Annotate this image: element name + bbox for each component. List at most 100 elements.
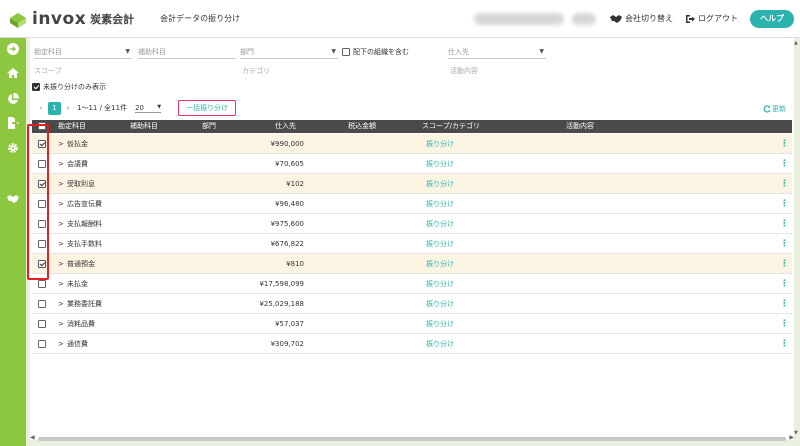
chevron-down-icon: ▼ [539,48,544,55]
organization-name-redacted [474,12,564,25]
vertical-scrollbar[interactable]: ▲ ▼ [794,40,799,436]
row-assign-link[interactable]: 振り分け [426,214,454,234]
row-expand-icon[interactable]: > [58,214,64,234]
row-expand-icon[interactable]: > [58,274,64,294]
row-more-icon[interactable]: ⋮ [780,274,789,294]
row-expand-icon[interactable]: > [58,194,64,214]
logout-link[interactable]: ログアウト [685,13,738,24]
row-amount: ¥810 [286,260,304,268]
horizontal-scrollbar[interactable]: ◀ ▶ [30,434,794,442]
column-header-department[interactable]: 部門 [202,120,216,133]
table-row[interactable]: > 会議費 ¥70,605 振り分け ⋮ [32,154,792,174]
include-sub-org-checkbox[interactable]: 配下の組織を含む [342,47,409,57]
column-header-sub-account[interactable]: 補助科目 [130,120,158,133]
row-assign-link[interactable]: 振り分け [426,254,454,274]
row-assign-link[interactable]: 振り分け [426,274,454,294]
row-expand-icon[interactable]: > [58,294,64,314]
bulk-assign-button[interactable]: 一括振り分け [178,100,236,116]
home-icon[interactable] [7,67,19,79]
row-assign-link[interactable]: 振り分け [426,294,454,314]
row-assign-link[interactable]: 振り分け [426,314,454,334]
refresh-button[interactable]: 更新 [763,104,786,114]
scope-input[interactable]: スコープ [34,66,62,76]
row-more-icon[interactable]: ⋮ [780,334,789,354]
row-amount: ¥96,480 [275,200,304,208]
category-input[interactable]: カテゴリ [242,66,270,76]
table-row[interactable]: > 支払手数料 ¥676,822 振り分け ⋮ [32,234,792,254]
pie-chart-icon[interactable] [7,93,19,105]
switch-company-link[interactable]: 会社切り替え [610,13,673,24]
row-expand-icon[interactable]: > [58,154,64,174]
handshake-icon [610,14,622,23]
arrow-right-circle-icon[interactable] [7,43,19,55]
scroll-down-icon[interactable]: ▼ [794,430,798,436]
row-amount: ¥309,702 [270,340,304,348]
table-row[interactable]: > 未払金 ¥17,598,099 振り分け ⋮ [32,274,792,294]
horizontal-scrollbar-thumb[interactable] [38,437,786,441]
row-more-icon[interactable]: ⋮ [780,294,789,314]
row-assign-link[interactable]: 振り分け [426,134,454,154]
row-more-icon[interactable]: ⋮ [780,214,789,234]
column-header-activity[interactable]: 活動内容 [566,120,594,133]
activity-input[interactable]: 活動内容 [450,66,478,76]
row-more-icon[interactable]: ⋮ [780,194,789,214]
column-header-supplier[interactable]: 仕入先 [275,120,296,133]
column-header-account[interactable]: 勘定科目 [58,120,86,133]
row-more-icon[interactable]: ⋮ [780,234,789,254]
row-more-icon[interactable]: ⋮ [780,314,789,334]
row-amount: ¥676,822 [270,240,304,248]
supplier-select[interactable]: 仕入先 ▼ [448,45,546,59]
row-expand-icon[interactable]: > [58,314,64,334]
row-more-icon[interactable]: ⋮ [780,254,789,274]
logo[interactable]: invox 炭素会計 [8,9,134,29]
include-sub-org-box[interactable] [342,48,350,56]
table-row[interactable]: > 消耗品費 ¥57,037 振り分け ⋮ [32,314,792,334]
table-row[interactable]: > 受取利息 ¥102 振り分け ⋮ [32,174,792,194]
per-page-select[interactable]: 20 ▼ [135,103,162,113]
next-page-button[interactable]: › [61,101,75,115]
row-amount: ¥17,598,099 [259,280,304,288]
row-expand-icon[interactable]: > [58,174,64,194]
table-header: 勘定科目 補助科目 部門 仕入先 税込金額 スコープ/カテゴリ 活動内容 [32,120,792,133]
user-name-redacted [572,12,596,25]
row-assign-link[interactable]: 振り分け [426,154,454,174]
column-header-scope-category[interactable]: スコープ/カテゴリ [422,120,480,133]
document-export-icon[interactable] [7,117,19,129]
table-row[interactable]: > 業務委託費 ¥25,029,188 振り分け ⋮ [32,294,792,314]
row-account-name: 仮払金 [67,140,88,148]
department-select[interactable]: 部門 ▼ [240,45,338,59]
logout-label: ログアウト [698,14,738,23]
row-more-icon[interactable]: ⋮ [780,154,789,174]
unassigned-only-checkbox[interactable]: 未振り分けのみ表示 [32,82,106,92]
row-assign-link[interactable]: 振り分け [426,234,454,254]
row-account-name: 普通預金 [67,260,95,268]
row-expand-icon[interactable]: > [58,254,64,274]
app-header: invox 炭素会計 会計データの振り分け 会社切り替え ログアウト ヘルプ [0,0,800,38]
row-expand-icon[interactable]: > [58,234,64,254]
column-header-amount[interactable]: 税込金額 [348,120,376,133]
sub-account-input[interactable]: 補助科目 [138,45,236,59]
row-expand-icon[interactable]: > [58,334,64,354]
table-row[interactable]: > 支払報酬料 ¥975,600 振り分け ⋮ [32,214,792,234]
gear-icon[interactable] [7,142,19,154]
row-more-icon[interactable]: ⋮ [780,174,789,194]
table-row[interactable]: > 通信費 ¥309,702 振り分け ⋮ [32,334,792,354]
row-more-icon[interactable]: ⋮ [780,134,789,154]
table-row[interactable]: > 普通預金 ¥810 振り分け ⋮ [32,254,792,274]
row-assign-link[interactable]: 振り分け [426,194,454,214]
logo-text: invox [32,8,87,29]
per-page-value: 20 [135,103,144,112]
scroll-left-icon[interactable]: ◀ [30,434,35,441]
row-assign-link[interactable]: 振り分け [426,334,454,354]
unassigned-only-box[interactable] [32,83,40,91]
current-page-button[interactable]: 1 [48,101,61,115]
prev-page-button[interactable]: ‹ [34,101,48,115]
table-row[interactable]: > 広告宣伝費 ¥96,480 振り分け ⋮ [32,194,792,214]
account-select[interactable]: 勘定科目 ▼ [34,45,132,59]
handshake-icon[interactable] [7,192,19,204]
row-assign-link[interactable]: 振り分け [426,174,454,194]
row-expand-icon[interactable]: > [58,134,64,154]
scroll-up-icon[interactable]: ▲ [794,40,798,46]
table-row[interactable]: > 仮払金 ¥990,000 振り分け ⋮ [32,134,792,154]
help-button[interactable]: ヘルプ [750,9,794,28]
